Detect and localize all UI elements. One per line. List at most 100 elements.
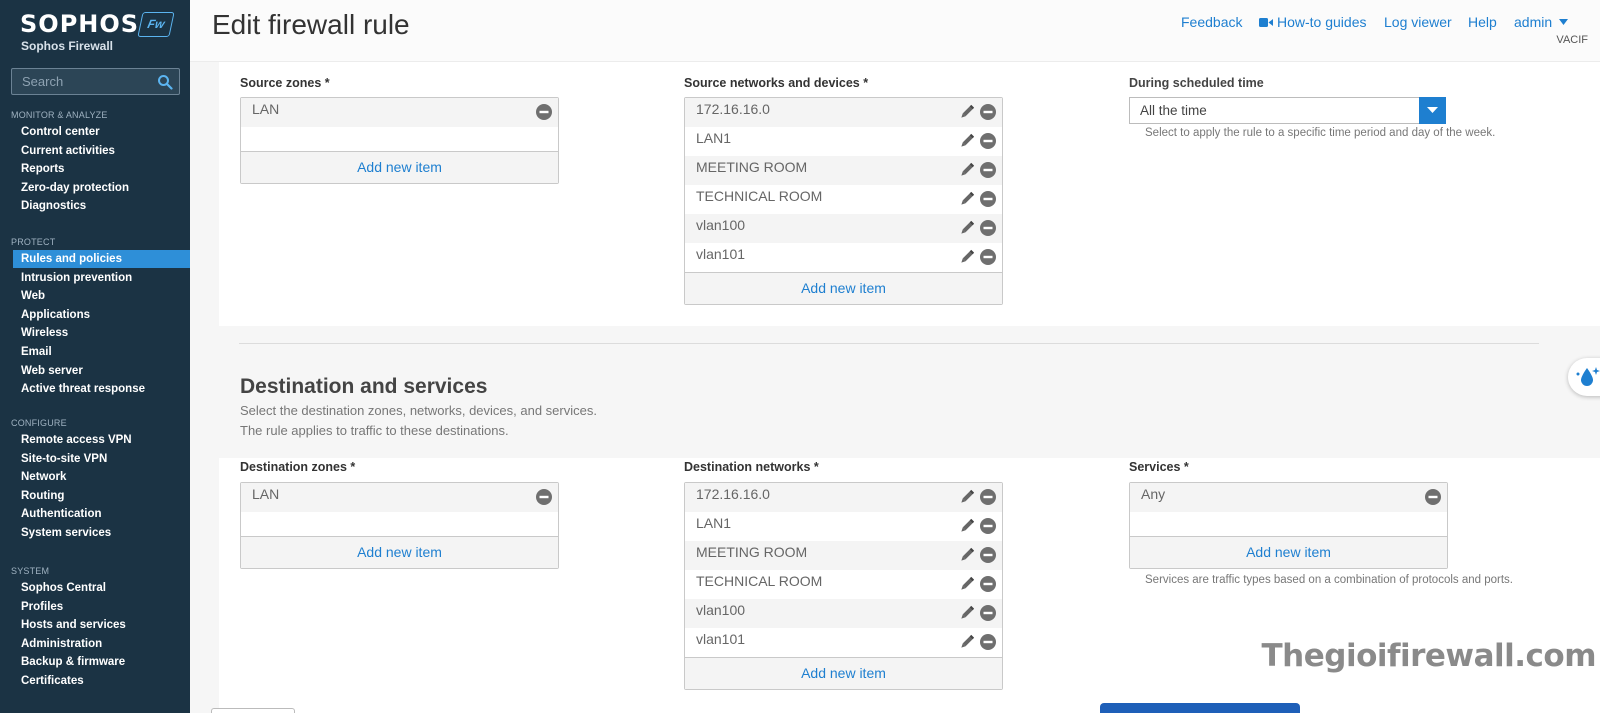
- sidebar-item-intrusion-prevention[interactable]: Intrusion prevention: [13, 269, 190, 287]
- product-name: Sophos Firewall: [21, 39, 114, 53]
- pencil-icon[interactable]: [958, 633, 976, 651]
- destination-networks-add-button[interactable]: Add new item: [685, 657, 1002, 689]
- list-item-label: vlan101: [696, 631, 746, 647]
- remove-icon[interactable]: [979, 546, 997, 564]
- remove-icon[interactable]: [979, 604, 997, 622]
- source-zones-add-button[interactable]: Add new item: [241, 151, 558, 183]
- how-to-guides-label: How-to guides: [1277, 14, 1367, 30]
- services-list: Any Add new item: [1129, 482, 1448, 569]
- pencil-icon[interactable]: [958, 604, 976, 622]
- log-viewer-link[interactable]: Log viewer: [1384, 14, 1452, 30]
- remove-icon[interactable]: [1424, 488, 1442, 506]
- search-icon[interactable]: [157, 74, 173, 90]
- list-spacer: [241, 512, 558, 536]
- sidebar-item-hosts-and-services[interactable]: Hosts and services: [13, 616, 190, 634]
- sidebar-item-administration[interactable]: Administration: [13, 635, 190, 653]
- sidebar-item-site-to-site-vpn[interactable]: Site-to-site VPN: [13, 450, 190, 468]
- destination-section-title: Destination and services: [240, 375, 488, 398]
- remove-icon[interactable]: [535, 488, 553, 506]
- list-item-label: MEETING ROOM: [696, 159, 808, 175]
- remove-icon[interactable]: [979, 633, 997, 651]
- sidebar-item-active-threat-response[interactable]: Active threat response: [13, 380, 190, 398]
- sidebar-item-remote-access-vpn[interactable]: Remote access VPN: [13, 431, 190, 449]
- sidebar-item-sophos-central[interactable]: Sophos Central: [13, 579, 190, 597]
- schedule-label-text: During scheduled time: [1129, 76, 1264, 90]
- pencil-icon[interactable]: [958, 488, 976, 506]
- pencil-icon[interactable]: [958, 132, 976, 150]
- sidebar-item-profiles[interactable]: Profiles: [13, 598, 190, 616]
- remove-icon[interactable]: [979, 103, 997, 121]
- remove-icon[interactable]: [979, 219, 997, 237]
- source-networks-add-button[interactable]: Add new item: [685, 272, 1002, 304]
- sidebar-item-backup-firmware[interactable]: Backup & firmware: [13, 653, 190, 671]
- feedback-link[interactable]: Feedback: [1181, 14, 1242, 30]
- pencil-icon[interactable]: [958, 219, 976, 237]
- list-spacer: [1130, 512, 1447, 536]
- sidebar-item-routing[interactable]: Routing: [13, 487, 190, 505]
- pencil-icon[interactable]: [958, 190, 976, 208]
- sidebar-item-current-activities[interactable]: Current activities: [13, 142, 190, 160]
- brand-name: SOPHOS: [20, 10, 140, 38]
- list-items: LAN: [241, 483, 558, 512]
- caret-down-icon: [1427, 107, 1438, 113]
- sidebar-item-network[interactable]: Network: [13, 468, 190, 486]
- destination-desc-line1: Select the destination zones, networks, …: [240, 403, 597, 418]
- remove-icon[interactable]: [535, 103, 553, 121]
- sophos-logo[interactable]: SOPHOS Fw Sophos Firewall: [20, 10, 180, 54]
- remove-icon[interactable]: [979, 190, 997, 208]
- source-networks-list: 172.16.16.0 LAN1 MEETING ROOM TECHNICAL ROO…: [684, 97, 1003, 305]
- pencil-icon[interactable]: [958, 103, 976, 121]
- nav-section-title: PROTECT: [11, 237, 56, 247]
- services-add-button[interactable]: Add new item: [1130, 536, 1447, 568]
- save-button[interactable]: [1100, 703, 1300, 713]
- sidebar-item-email[interactable]: Email: [13, 343, 190, 361]
- list-item: vlan100: [685, 214, 1002, 243]
- sidebar-item-authentication[interactable]: Authentication: [13, 505, 190, 523]
- help-link[interactable]: Help: [1468, 14, 1497, 30]
- sidebar-item-applications[interactable]: Applications: [13, 306, 190, 324]
- remove-icon[interactable]: [979, 161, 997, 179]
- source-zones-label: Source zones *: [240, 76, 330, 90]
- organization-name: VACIF: [1556, 34, 1588, 46]
- cancel-button[interactable]: [211, 708, 295, 713]
- sidebar-item-reports[interactable]: Reports: [13, 160, 190, 178]
- schedule-select[interactable]: All the time: [1129, 97, 1446, 124]
- list-item-label: vlan101: [696, 246, 746, 262]
- sidebar-item-diagnostics[interactable]: Diagnostics: [13, 197, 190, 215]
- remove-icon[interactable]: [979, 517, 997, 535]
- list-item-label: Any: [1141, 486, 1166, 502]
- list-item: MEETING ROOM: [685, 156, 1002, 185]
- sidebar-item-rules-and-policies[interactable]: Rules and policies: [13, 250, 190, 268]
- remove-icon[interactable]: [979, 248, 997, 266]
- sidebar-item-certificates[interactable]: Certificates: [13, 672, 190, 690]
- destination-networks-label: Destination networks *: [684, 460, 819, 474]
- section-divider: [239, 343, 1539, 344]
- how-to-guides-link[interactable]: How-to guides: [1259, 14, 1367, 30]
- pencil-icon[interactable]: [958, 248, 976, 266]
- list-item-label: LAN1: [696, 130, 732, 146]
- list-item-label: MEETING ROOM: [696, 544, 808, 560]
- assistant-button[interactable]: [1568, 358, 1600, 396]
- list-item: LAN: [241, 483, 558, 512]
- schedule-dropdown-toggle[interactable]: [1419, 97, 1446, 124]
- sidebar-item-web-server[interactable]: Web server: [13, 362, 190, 380]
- user-menu[interactable]: admin: [1514, 14, 1569, 30]
- remove-icon[interactable]: [979, 575, 997, 593]
- pencil-icon[interactable]: [958, 517, 976, 535]
- sidebar-item-web[interactable]: Web: [13, 287, 190, 305]
- list-item: 172.16.16.0: [685, 98, 1002, 127]
- remove-icon[interactable]: [979, 132, 997, 150]
- pencil-icon[interactable]: [958, 546, 976, 564]
- list-item-label: vlan100: [696, 602, 746, 618]
- sidebar-item-control-center[interactable]: Control center: [13, 123, 190, 141]
- pencil-icon[interactable]: [958, 161, 976, 179]
- destination-zones-add-button[interactable]: Add new item: [241, 536, 558, 568]
- list-item: vlan101: [685, 628, 1002, 657]
- pencil-icon[interactable]: [958, 575, 976, 593]
- sidebar-item-system-services[interactable]: System services: [13, 524, 190, 542]
- nav-section-title: MONITOR & ANALYZE: [11, 110, 108, 120]
- sidebar-item-zero-day-protection[interactable]: Zero-day protection: [13, 179, 190, 197]
- remove-icon[interactable]: [979, 488, 997, 506]
- sidebar-item-wireless[interactable]: Wireless: [13, 324, 190, 342]
- search-input[interactable]: Search: [11, 68, 180, 95]
